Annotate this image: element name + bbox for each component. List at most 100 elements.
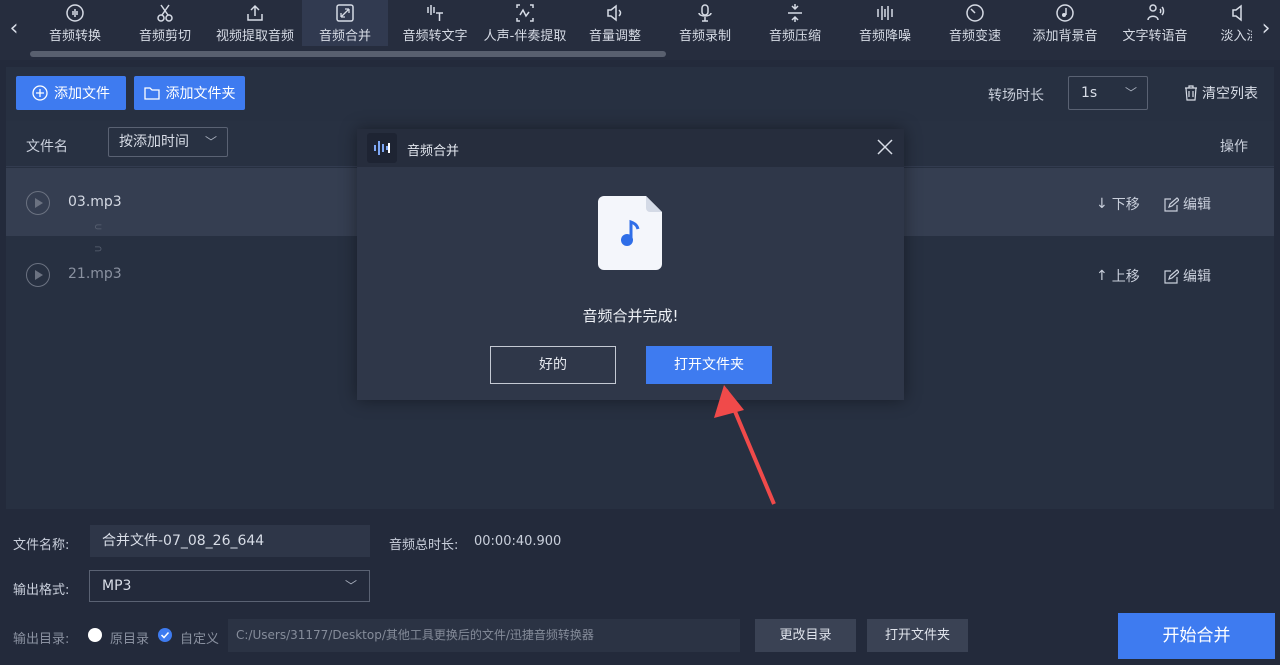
- tool-label: 音频转文字: [402, 29, 468, 44]
- top-toolbar: ‹ 音频转换 音频剪切 视频提取音频 音频合并 音频转文字 人声-伴奏提取 音量…: [0, 0, 1280, 60]
- column-operation: 操作: [1220, 139, 1248, 155]
- compress-icon: [788, 4, 802, 22]
- tool-label: 音频合并: [318, 29, 371, 44]
- chevron-down-icon: ﹀: [344, 579, 357, 593]
- transition-select[interactable]: 1s ﹀: [1068, 76, 1148, 110]
- duration-value: 00:00:40.900: [474, 534, 562, 549]
- radio-custom-label: 自定义: [180, 632, 220, 647]
- column-filename: 文件名: [26, 139, 68, 155]
- arrow-up-icon: ↑: [1096, 268, 1108, 284]
- file-name: 03.mp3: [68, 194, 122, 210]
- format-label: 输出格式:: [13, 583, 70, 598]
- add-folder-label: 添加文件夹: [165, 86, 236, 102]
- tool-audio-merge[interactable]: 音频合并: [302, 0, 388, 46]
- dialog-title: 音频合并: [407, 144, 460, 159]
- tool-strip: 音频转换 音频剪切 视频提取音频 音频合并 音频转文字 人声-伴奏提取 音量调整: [30, 0, 1252, 46]
- audio-file-icon: [598, 196, 662, 270]
- tool-denoise[interactable]: 音频降噪: [840, 0, 930, 46]
- edit-icon: [1164, 196, 1179, 212]
- edit-label: 编辑: [1183, 269, 1211, 285]
- radio-custom[interactable]: [158, 628, 172, 642]
- tool-label: 音频转换: [48, 29, 101, 44]
- format-value: MP3: [102, 578, 132, 594]
- merge-complete-dialog: 音频合并 音频合并完成! 好的 打开文件夹: [357, 129, 904, 400]
- tool-label: 淡入淡: [1220, 29, 1252, 44]
- annotation-arrow-icon: [714, 385, 776, 505]
- tool-tts[interactable]: 文字转语音: [1110, 0, 1200, 46]
- output-path-field[interactable]: C:/Users/31177/Desktop/其他工具更换后的文件/迅捷音频转换…: [228, 619, 740, 652]
- tool-bg-music[interactable]: 添加背景音: [1020, 0, 1110, 46]
- play-icon[interactable]: [26, 263, 50, 287]
- add-file-label: 添加文件: [54, 86, 110, 102]
- edit-label: 编辑: [1183, 197, 1211, 213]
- filename-label: 文件名称:: [13, 538, 70, 553]
- tool-audio-to-text[interactable]: 音频转文字: [390, 0, 480, 46]
- tool-fade[interactable]: 淡入淡: [1210, 0, 1252, 46]
- audio-to-text-icon: [427, 5, 443, 21]
- trash-icon: [1185, 85, 1197, 101]
- edit-button[interactable]: 编辑: [1164, 266, 1211, 286]
- tool-label: 音频降噪: [858, 29, 911, 44]
- dialog-header: 音频合并: [357, 129, 904, 167]
- duration-label: 音频总时长:: [389, 538, 459, 553]
- tool-label: 文字转语音: [1122, 29, 1188, 44]
- move-label: 上移: [1111, 269, 1140, 285]
- tool-compress[interactable]: 音频压缩: [750, 0, 840, 46]
- sort-value: 按添加时间: [119, 134, 189, 150]
- file-name: 21.mp3: [68, 266, 122, 282]
- tool-label: 添加背景音: [1032, 29, 1098, 44]
- vocal-extract-icon: [516, 4, 534, 22]
- tool-label: 视频提取音频: [215, 29, 294, 44]
- move-up-button[interactable]: ↑ 上移: [1096, 266, 1140, 286]
- add-folder-button[interactable]: 添加文件夹: [134, 76, 245, 110]
- fade-icon: [1232, 4, 1242, 22]
- move-label: 下移: [1111, 197, 1140, 213]
- tool-record[interactable]: 音频录制: [660, 0, 750, 46]
- merge-icon: [336, 4, 354, 22]
- close-icon[interactable]: [874, 136, 896, 158]
- denoise-icon: [877, 6, 893, 20]
- clear-list-button[interactable]: 清空列表: [1184, 83, 1258, 103]
- arrow-down-icon: ↓: [1096, 196, 1108, 212]
- plus-circle-icon: [32, 85, 48, 101]
- folder-icon: [143, 87, 160, 100]
- scissors-icon: [157, 4, 173, 22]
- play-icon[interactable]: [26, 191, 50, 215]
- change-dir-button[interactable]: 更改目录: [755, 619, 856, 652]
- upload-icon: [247, 4, 263, 21]
- tool-vocal-extract[interactable]: 人声-伴奏提取: [480, 0, 570, 46]
- open-folder-button[interactable]: 打开文件夹: [867, 619, 968, 652]
- scroll-right-icon[interactable]: ›: [1256, 14, 1276, 44]
- toolbar-scrollbar[interactable]: [30, 51, 666, 57]
- microphone-icon: [698, 4, 712, 22]
- sort-select[interactable]: 按添加时间 ﹀: [108, 127, 228, 157]
- tool-label: 音频压缩: [768, 29, 821, 44]
- filename-input[interactable]: 合并文件-07_08_26_644: [90, 525, 370, 557]
- tool-speed[interactable]: 音频变速: [930, 0, 1020, 46]
- chevron-down-icon: ﹀: [1124, 86, 1137, 100]
- tool-label: 音频剪切: [138, 29, 191, 44]
- music-note-icon: [1056, 4, 1074, 22]
- chevron-down-icon: ﹀: [204, 135, 217, 149]
- text-to-speech-icon: [1147, 4, 1165, 21]
- tool-audio-cut[interactable]: 音频剪切: [120, 0, 210, 46]
- format-select[interactable]: MP3 ﹀: [89, 570, 370, 602]
- start-merge-button[interactable]: 开始合并: [1118, 613, 1275, 659]
- tool-video-extract[interactable]: 视频提取音频: [210, 0, 300, 46]
- move-down-button[interactable]: ↓ 下移: [1096, 194, 1140, 214]
- dialog-message: 音频合并完成!: [582, 307, 679, 325]
- app-logo-icon: [367, 133, 397, 163]
- scroll-left-icon[interactable]: ‹: [4, 14, 24, 44]
- tool-label: 音量调整: [588, 29, 641, 44]
- tool-volume[interactable]: 音量调整: [570, 0, 660, 46]
- tool-label: 人声-伴奏提取: [483, 29, 567, 44]
- tool-label: 音频变速: [948, 29, 1001, 44]
- edit-button[interactable]: 编辑: [1164, 194, 1211, 214]
- ok-button[interactable]: 好的: [490, 346, 616, 384]
- add-file-button[interactable]: 添加文件: [16, 76, 126, 110]
- radio-original[interactable]: [88, 628, 102, 642]
- transition-label: 转场时长: [988, 88, 1044, 104]
- tool-audio-convert[interactable]: 音频转换: [30, 0, 120, 46]
- audio-convert-icon: [66, 4, 84, 22]
- volume-icon: [607, 4, 622, 22]
